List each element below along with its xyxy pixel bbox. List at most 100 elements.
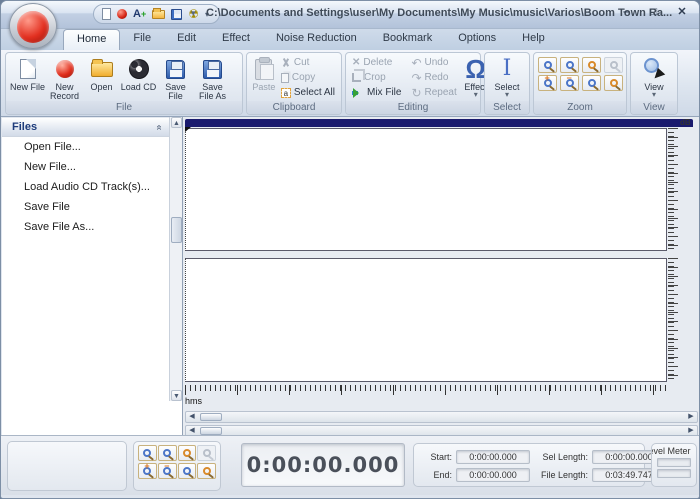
minimize-button[interactable]: – xyxy=(617,6,635,20)
ribbon-load-cd-button[interactable]: Load CD xyxy=(120,55,157,103)
paste-button[interactable]: Paste xyxy=(250,55,278,103)
sidebar-item-save-file-as[interactable]: Save File As... xyxy=(2,217,170,237)
ribbon-redo-button: ↷ Redo xyxy=(411,70,449,85)
sidebar-section-files[interactable]: Files « xyxy=(2,117,170,137)
tab-noise-reduction[interactable]: Noise Reduction xyxy=(263,29,370,50)
open-folder-icon[interactable] xyxy=(152,7,166,19)
close-button[interactable]: ✕ xyxy=(673,6,691,20)
select-ibeam-icon: I xyxy=(502,56,512,81)
zoom-selection-button[interactable] xyxy=(177,463,197,479)
sidebar-scrollbar[interactable]: ▲ ▼ xyxy=(169,117,182,401)
ribbon-group-select: I Select ▾ Select xyxy=(484,52,530,115)
tab-options[interactable]: Options xyxy=(445,29,509,50)
select-button[interactable]: I Select ▾ xyxy=(488,55,526,103)
ribbon-cut-button: Cut xyxy=(278,55,338,70)
zoom-window-button[interactable] xyxy=(582,57,601,73)
tab-effect[interactable]: Effect xyxy=(209,29,263,50)
open-icon xyxy=(90,58,113,77)
select-all-icon: a xyxy=(280,87,291,98)
start-label: Start: xyxy=(430,451,452,462)
ribbon-select-all-button[interactable]: a Select All xyxy=(278,85,338,100)
ribbon-group-zoom-label: Zoom xyxy=(534,101,626,114)
delete-icon: ✕ xyxy=(352,57,361,68)
zoom-vertical-icon xyxy=(609,61,618,69)
sel-length-label: Sel Length: xyxy=(542,451,588,462)
sidebar-item-save-file[interactable]: Save File xyxy=(2,197,170,217)
scroll-right-icon[interactable]: ▶ xyxy=(685,412,697,422)
horizontal-scrollbar-1[interactable]: ◀ ▶ xyxy=(185,411,698,423)
sidebar-item-open-file[interactable]: Open File... xyxy=(2,137,170,157)
waveform-editor: dB hms ◀ ▶ ◀ ▶ xyxy=(183,117,699,437)
window-controls: – □ ✕ xyxy=(617,6,691,20)
ribbon-save-file-button[interactable]: Save File xyxy=(157,55,194,103)
zoom-in-button[interactable]: + xyxy=(138,462,157,479)
cut-icon xyxy=(281,58,291,68)
save-icon[interactable] xyxy=(171,8,183,20)
level-meter-panel: Level Meter xyxy=(651,443,697,487)
zoom-in-horizontal-button[interactable] xyxy=(138,445,157,461)
collapse-chevron-icon[interactable]: « xyxy=(154,124,165,130)
tab-home[interactable]: Home xyxy=(63,29,121,50)
new-file-icon[interactable] xyxy=(102,8,111,20)
waveform-channel-left[interactable] xyxy=(185,128,667,251)
view-icon xyxy=(643,58,667,82)
zoom-out-horizontal-button[interactable] xyxy=(157,445,177,461)
wave-window-title-strip[interactable] xyxy=(185,119,693,127)
waveform-channel-right[interactable] xyxy=(185,258,667,382)
new-record-icon xyxy=(55,60,74,78)
ribbon-crop-button: Crop xyxy=(349,69,404,85)
view-button[interactable]: View ▾ xyxy=(634,55,674,103)
repeat-icon: ↻ xyxy=(411,85,422,100)
ribbon-group-clipboard-label: Clipboard xyxy=(247,101,341,114)
ribbon-group-editing-label: Editing xyxy=(346,101,480,114)
sidebar-item-new-file[interactable]: New File... xyxy=(2,157,170,177)
zoom-out-button[interactable]: − xyxy=(157,462,177,479)
zoom-all-button[interactable] xyxy=(197,463,216,479)
ribbon-repeat-button: ↻ Repeat xyxy=(411,85,457,100)
copy-icon xyxy=(280,72,289,83)
zoom-in-horizontal-icon xyxy=(143,449,152,457)
transport-panel xyxy=(7,441,127,491)
time-ruler[interactable]: hms xyxy=(185,384,667,408)
app-orb-icon xyxy=(17,11,49,43)
zoom-selection-button[interactable] xyxy=(582,75,601,91)
scroll-thumb[interactable] xyxy=(200,413,222,421)
sidebar-scroll-thumb[interactable] xyxy=(171,217,182,243)
ribbon-new-file-button[interactable]: New File xyxy=(9,55,46,103)
zoom-all-button[interactable] xyxy=(604,75,623,91)
zoom-vertical-icon xyxy=(202,449,211,457)
tab-bookmark[interactable]: Bookmark xyxy=(370,29,446,50)
tab-edit[interactable]: Edit xyxy=(164,29,209,50)
zoom-all-icon xyxy=(609,79,618,87)
level-meter-label: Level Meter xyxy=(652,446,691,456)
sidebar-item-load-audio-cd-track-s[interactable]: Load Audio CD Track(s)... xyxy=(2,177,170,197)
tab-file[interactable]: File xyxy=(120,29,164,50)
zoom-in-horizontal-button[interactable] xyxy=(538,57,557,73)
zoom-selection-icon xyxy=(587,79,596,87)
zoom-window-button[interactable] xyxy=(177,445,197,461)
record-icon[interactable] xyxy=(117,9,127,19)
ribbon-new-record-button[interactable]: New Record xyxy=(46,55,83,103)
restore-button[interactable]: □ xyxy=(645,6,663,20)
sidebar-scroll-down-icon[interactable]: ▼ xyxy=(171,390,182,401)
application-menu-button[interactable] xyxy=(9,3,57,49)
ribbon-open-button[interactable]: Open xyxy=(83,55,120,103)
ruler-unit-label: hms xyxy=(185,396,203,406)
ribbon-save-file-as-button[interactable]: Save File As xyxy=(194,55,231,103)
ribbon-mix-file-button[interactable]: Mix File xyxy=(349,85,404,100)
tab-help[interactable]: Help xyxy=(509,29,558,50)
scroll-left-icon[interactable]: ◀ xyxy=(186,412,198,422)
sidebar-scroll-up-icon[interactable]: ▲ xyxy=(171,117,182,128)
zoom-out-horizontal-button[interactable] xyxy=(560,57,579,73)
zoom-out-button[interactable]: − xyxy=(560,74,579,91)
title-bar[interactable]: A+ ☢ ▾ ▾ C:\Documents and Settings\user\… xyxy=(1,1,699,29)
ribbon-group-file-label: File xyxy=(6,101,242,114)
font-effect-icon[interactable]: A+ xyxy=(133,9,146,20)
ribbon-group-editing: ✕ Delete Crop Mix File ↶ Undo ↷ Redo ↻ Repeat Ω … xyxy=(345,52,487,115)
zoom-in-button[interactable]: + xyxy=(538,74,557,91)
zoom-in-icon: + xyxy=(143,462,152,475)
scroll-thumb[interactable] xyxy=(200,427,222,435)
zoom-vertical-button xyxy=(604,57,623,73)
view-dropdown-icon: ▾ xyxy=(651,90,656,99)
paste-icon xyxy=(255,56,275,80)
